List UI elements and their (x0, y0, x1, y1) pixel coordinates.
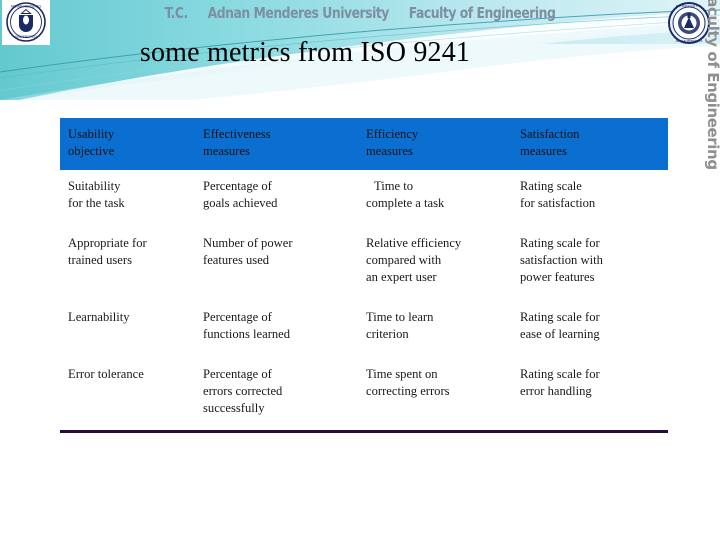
r0-efc-l2: complete a task (366, 196, 445, 210)
iso-9241-metrics-table: Usability objective Effectiveness measur… (60, 118, 668, 423)
col0-line1: Usability (68, 127, 115, 141)
cell-effectiveness: Number of power features used (195, 235, 358, 301)
table-row: Learnability Percentage of functions lea… (60, 301, 668, 358)
side-vertical-institution-text: T.C. Adnan Menderes University Faculty o… (704, 0, 720, 170)
cell-effectiveness: Percentage of goals achieved (195, 178, 358, 227)
r2-obj-l1: Learnability (68, 310, 130, 324)
col3-line1: Satisfaction (520, 127, 580, 141)
cell-satisfaction: Rating scale for satisfaction with power… (512, 235, 668, 301)
column-header-satisfaction-measures: Satisfaction measures (512, 126, 668, 160)
r3-obj-l1: Error tolerance (68, 367, 144, 381)
r1-obj-l2: trained users (68, 253, 132, 267)
r0-obj-l2: for the task (68, 196, 125, 210)
r3-eff-l1: Percentage of (203, 367, 272, 381)
r2-sat-l2: ease of learning (520, 327, 600, 341)
cell-objective: Appropriate for trained users (60, 235, 195, 301)
column-header-effectiveness-measures: Effectiveness measures (195, 126, 358, 160)
r2-efc-l2: criterion (366, 327, 409, 341)
cell-effectiveness: Percentage of functions learned (195, 309, 358, 358)
r1-obj-l1: Appropriate for (68, 236, 147, 250)
r2-sat-l1: Rating scale for (520, 310, 600, 324)
bottom-divider (60, 430, 668, 433)
r3-eff-l2: errors corrected (203, 384, 283, 398)
r0-eff-l2: goals achieved (203, 196, 278, 210)
r3-efc-l1: Time spent on (366, 367, 438, 381)
table-row: Suitability for the task Percentage of g… (60, 170, 668, 227)
r1-efc-l2: compared with (366, 253, 442, 267)
col1-line1: Effectiveness (203, 127, 271, 141)
r0-sat-l2: for satisfaction (520, 196, 596, 210)
r2-eff-l2: functions learned (203, 327, 291, 341)
header-seg-university: Adnan Menderes University (207, 4, 390, 22)
page-title: some metrics from ISO 9241 (139, 37, 471, 68)
cell-efficiency: Relative efficiency compared with an exp… (358, 235, 512, 301)
col0-line2: objective (68, 144, 115, 158)
r1-sat-l2: satisfaction with (520, 253, 603, 267)
r2-eff-l1: Percentage of (203, 310, 272, 324)
side-seg-faculty: Faculty of Engineering (704, 0, 720, 170)
col2-line2: measures (366, 144, 413, 158)
cell-objective: Error tolerance (60, 366, 195, 423)
cell-efficiency: Time spent on correcting errors (358, 366, 512, 423)
cell-satisfaction: Rating scale for satisfaction (512, 178, 668, 227)
table-row: Appropriate for trained users Number of … (60, 227, 668, 301)
table-row: Error tolerance Percentage of errors cor… (60, 358, 668, 423)
col3-line2: measures (520, 144, 567, 158)
col1-line2: measures (203, 144, 250, 158)
r1-eff-l2: features used (203, 253, 270, 267)
col2-line1: Efficiency (366, 127, 419, 141)
cell-efficiency: Time to complete a task (358, 178, 512, 227)
svg-text:ADNAN MENDERES: ADNAN MENDERES (676, 39, 703, 43)
cell-objective: Suitability for the task (60, 178, 195, 227)
slide-canvas: T.C. Adnan Menderes University Faculty o… (0, 0, 720, 540)
header-seg-tc: T.C. (164, 4, 189, 22)
r1-sat-l3: power features (520, 270, 595, 284)
svg-text:MUHENDISLIK FAK.: MUHENDISLIK FAK. (676, 4, 702, 8)
r3-efc-l2: correcting errors (366, 384, 450, 398)
institution-header: T.C. Adnan Menderes University Faculty o… (72, 4, 648, 22)
r3-sat-l1: Rating scale for (520, 367, 600, 381)
r0-sat-l1: Rating scale (520, 179, 582, 193)
r0-efc-l1: Time to (374, 179, 414, 193)
table-header-row: Usability objective Effectiveness measur… (60, 118, 668, 170)
header-seg-faculty: Faculty of Engineering (408, 4, 556, 22)
r0-eff-l1: Percentage of (203, 179, 272, 193)
svg-text:ADNAN MENDERES: ADNAN MENDERES (11, 5, 41, 9)
r0-obj-l1: Suitability (68, 179, 121, 193)
r2-efc-l1: Time to learn (366, 310, 434, 324)
cell-objective: Learnability (60, 309, 195, 358)
cell-satisfaction: Rating scale for ease of learning (512, 309, 668, 358)
r1-eff-l1: Number of power (203, 236, 293, 250)
r3-sat-l2: error handling (520, 384, 592, 398)
column-header-usability-objective: Usability objective (60, 126, 195, 160)
cell-satisfaction: Rating scale for error handling (512, 366, 668, 423)
cell-efficiency: Time to learn criterion (358, 309, 512, 358)
cell-effectiveness: Percentage of errors corrected successfu… (195, 366, 358, 423)
r1-sat-l1: Rating scale for (520, 236, 600, 250)
r3-eff-l3: successfully (203, 401, 265, 415)
column-header-efficiency-measures: Efficiency measures (358, 126, 512, 160)
r1-efc-l3: an expert user (366, 270, 437, 284)
r1-efc-l1: Relative efficiency (366, 236, 462, 250)
